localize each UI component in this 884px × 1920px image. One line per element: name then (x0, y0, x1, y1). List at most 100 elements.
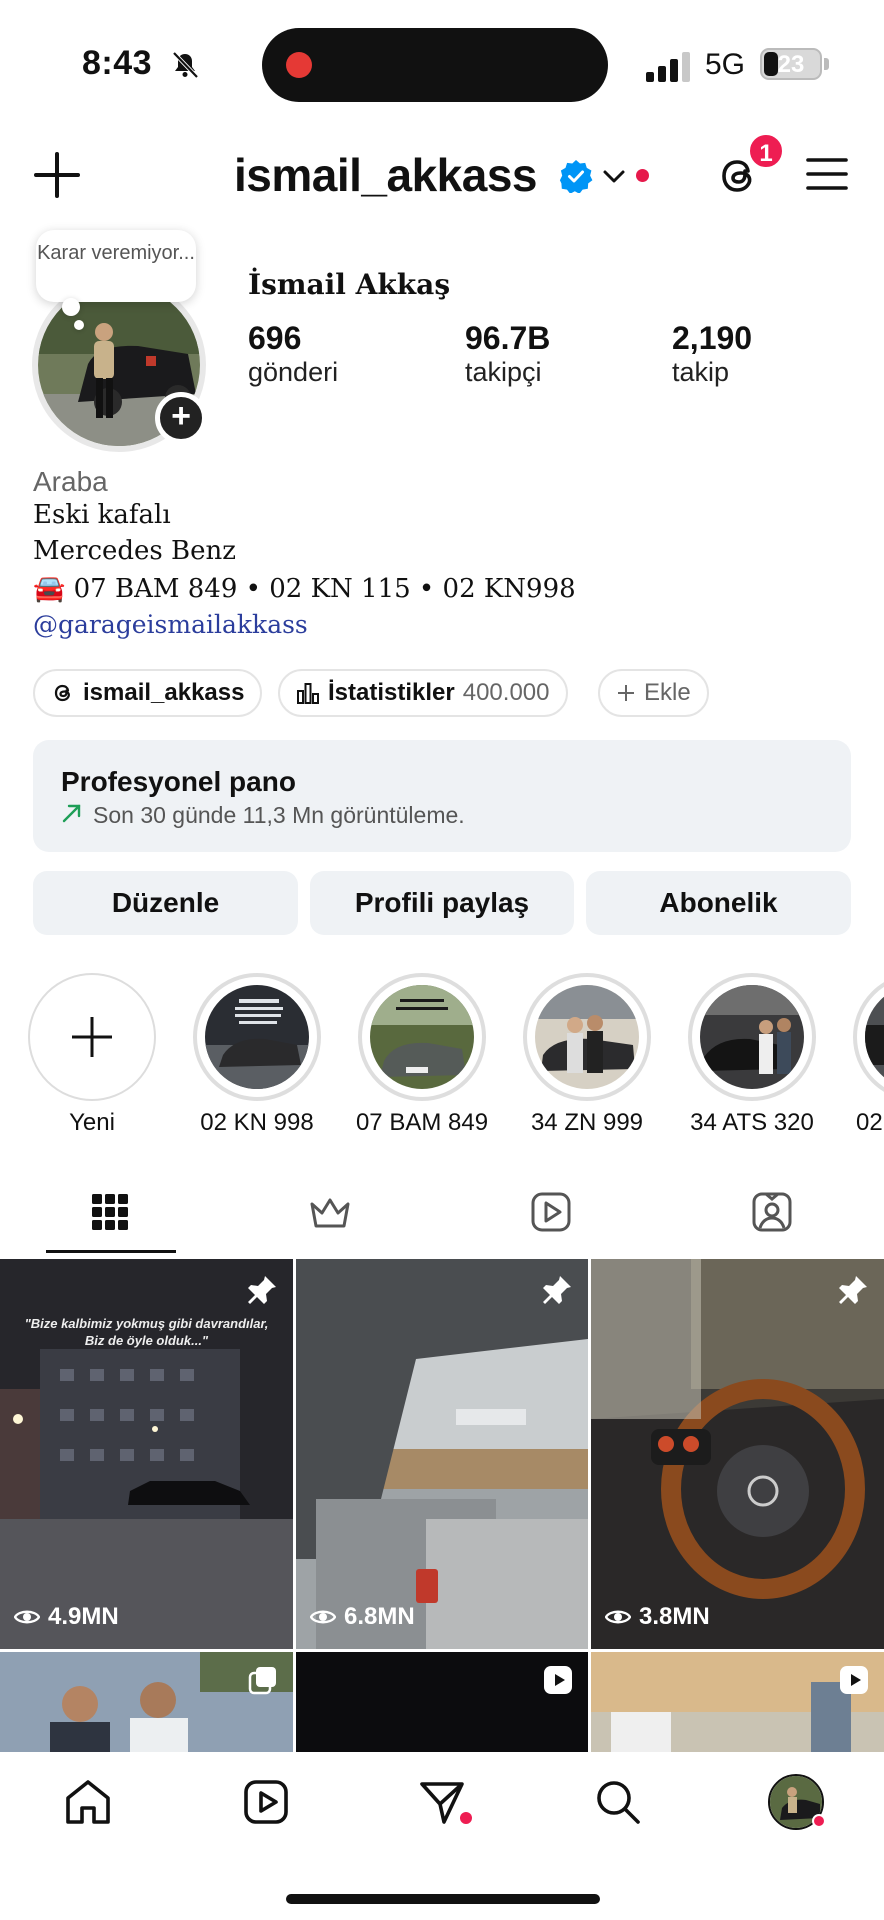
grid-post[interactable]: 6.8MN (296, 1259, 588, 1649)
eye-icon (605, 1610, 631, 1624)
active-tab-indicator (46, 1250, 176, 1253)
profile-category: Araba (33, 466, 108, 497)
stat-following-value: 2,190 (672, 320, 753, 356)
highlight-item[interactable] (523, 973, 651, 1101)
profile-note[interactable]: Karar veremiyor... (36, 230, 196, 302)
highlight-thumbnail (865, 985, 884, 1089)
insights-chip-label: İstatistikler (328, 679, 455, 706)
home-icon[interactable] (62, 1776, 114, 1828)
create-plus-icon[interactable] (32, 150, 82, 200)
stat-posts[interactable]: 696 gönderi (248, 320, 338, 388)
post-views: 6.8MN (344, 1603, 415, 1630)
dashboard-title: Profesyonel pano (61, 766, 296, 797)
status-time: 8:43 (82, 44, 153, 82)
grid-post[interactable] (0, 1652, 293, 1752)
highlight-label: 07 BAM 849 (355, 1109, 489, 1136)
post-thumbnail (296, 1259, 588, 1649)
pin-icon (543, 1276, 571, 1304)
stat-following-label: takip (672, 357, 730, 387)
bio-line: Mercedes Benz (33, 536, 236, 566)
bio-line: Eski kafalı (33, 500, 171, 530)
hamburger-menu-icon[interactable] (805, 154, 849, 194)
reels-nav-icon[interactable] (240, 1776, 292, 1828)
bio-line: 🚘 07 BAM 849 • 02 KN 115 • 02 KN998 (33, 574, 576, 604)
reel-icon (840, 1666, 868, 1694)
stat-following[interactable]: 2,190 takip (672, 320, 752, 388)
subscription-button[interactable]: Abonelik (586, 871, 851, 935)
reels-tab-icon[interactable] (527, 1188, 575, 1236)
profile-username[interactable]: ismail_akkass (234, 148, 538, 202)
battery-icon: 23 (760, 48, 822, 80)
highlight-label: Yeni (69, 1109, 115, 1136)
highlight-thumbnail (205, 985, 309, 1089)
add-chip-label: Ekle (644, 679, 691, 706)
dashboard-subtitle: Son 30 günde 11,3 Mn görüntüleme. (93, 802, 465, 828)
notification-badge: 1 (747, 132, 785, 170)
highlight-item[interactable] (193, 973, 321, 1101)
add-story-button[interactable]: + (155, 392, 207, 444)
highlight-item[interactable] (688, 973, 816, 1101)
note-bubble-dot-small (74, 320, 84, 330)
threads-small-icon (54, 684, 70, 702)
grid-post[interactable] (296, 1652, 588, 1752)
pin-icon (248, 1276, 276, 1304)
note-bubble-dot (62, 298, 80, 316)
highlight-item[interactable] (853, 973, 884, 1101)
highlight-thumbnail (370, 985, 474, 1089)
highlight-label: 34 ZN 999 (530, 1109, 644, 1136)
profile-note-text: Karar veremiyor... (37, 242, 195, 264)
crown-subscriptions-tab-icon[interactable] (306, 1188, 354, 1236)
highlight-label: 34 ATS 320 (690, 1109, 814, 1136)
post-view-count: 4.9MN (14, 1603, 119, 1631)
network-type: 5G (705, 48, 746, 81)
trend-up-arrow-icon (62, 804, 81, 823)
reel-icon (544, 1666, 572, 1694)
stat-followers-label: takipçi (465, 357, 542, 387)
bell-muted-icon (172, 51, 199, 79)
stat-posts-value: 696 (248, 320, 302, 356)
highlight-label: 02 (856, 1109, 883, 1136)
grid-tab-icon[interactable] (86, 1188, 134, 1236)
edit-profile-button[interactable]: Düzenle (33, 871, 298, 935)
chevron-down-icon[interactable] (602, 166, 626, 186)
tagged-tab-icon[interactable] (748, 1188, 796, 1236)
dynamic-island (262, 28, 608, 102)
post-thumbnail (591, 1259, 884, 1649)
carousel-icon (248, 1667, 276, 1695)
insights-chip[interactable]: İstatistikler 400.000 (278, 669, 568, 717)
add-chip[interactable]: Ekle (598, 669, 709, 717)
highlight-item[interactable] (358, 973, 486, 1101)
eye-icon (310, 1610, 336, 1624)
post-view-count: 3.8MN (605, 1603, 710, 1631)
post-views: 3.8MN (639, 1603, 710, 1630)
messages-unread-dot (460, 1812, 472, 1824)
battery-level: 23 (777, 51, 805, 78)
profile-full-name: İsmail Akkaş (248, 268, 451, 301)
recording-indicator (286, 52, 312, 78)
account-alert-dot (636, 169, 649, 182)
highlight-label: 02 KN 998 (200, 1109, 314, 1136)
home-indicator (286, 1894, 600, 1904)
plus-small-icon (618, 685, 634, 701)
share-profile-button[interactable]: Profili paylaş (310, 871, 574, 935)
stat-followers-value: 96.7B (465, 320, 551, 356)
highlight-new[interactable] (28, 973, 156, 1101)
post-views: 4.9MN (48, 1603, 119, 1630)
verified-badge-icon (559, 160, 593, 193)
stat-followers[interactable]: 96.7B takipçi (465, 320, 550, 388)
threads-chip[interactable]: ismail_akkass (33, 669, 263, 717)
post-caption: "Bize kalbimiz yokmuş gibi davrandılar, … (24, 1316, 269, 1348)
grid-post[interactable]: 3.8MN (591, 1259, 884, 1649)
grid-post[interactable] (591, 1652, 884, 1752)
pin-icon (839, 1276, 867, 1304)
search-icon[interactable] (592, 1776, 644, 1828)
highlight-thumbnail (700, 985, 804, 1089)
profile-alert-dot (812, 1814, 826, 1828)
bio-link[interactable]: @garageismailakkass (33, 610, 308, 639)
bar-chart-icon (297, 683, 319, 704)
plus-icon (72, 1017, 112, 1057)
eye-icon (14, 1610, 40, 1624)
stat-posts-label: gönderi (248, 357, 339, 387)
grid-post[interactable]: "Bize kalbimiz yokmuş gibi davrandılar, … (0, 1259, 293, 1649)
insights-chip-value: 400.000 (462, 679, 550, 706)
